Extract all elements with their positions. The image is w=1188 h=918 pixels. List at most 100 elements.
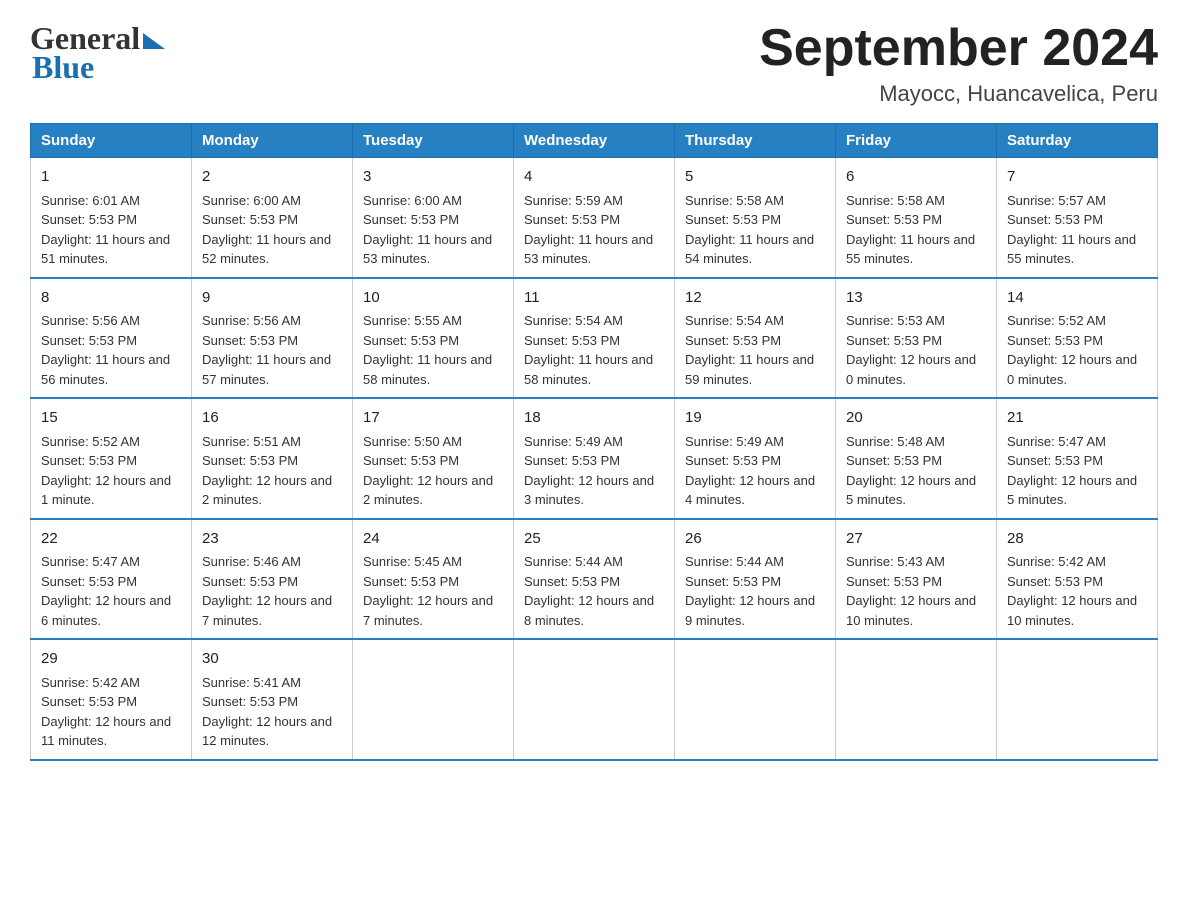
day-info: Sunrise: 5:46 AMSunset: 5:53 PMDaylight:…: [202, 552, 342, 630]
day-number: 3: [363, 166, 503, 189]
calendar-week-row: 1Sunrise: 6:01 AMSunset: 5:53 PMDaylight…: [31, 158, 1158, 278]
day-info: Sunrise: 5:42 AMSunset: 5:53 PMDaylight:…: [1007, 552, 1147, 630]
day-info: Sunrise: 5:42 AMSunset: 5:53 PMDaylight:…: [41, 673, 181, 751]
table-row: 9Sunrise: 5:56 AMSunset: 5:53 PMDaylight…: [192, 278, 353, 399]
day-info: Sunrise: 5:47 AMSunset: 5:53 PMDaylight:…: [41, 552, 181, 630]
calendar-table: Sunday Monday Tuesday Wednesday Thursday…: [30, 123, 1158, 761]
day-number: 2: [202, 166, 342, 189]
day-number: 30: [202, 648, 342, 671]
day-number: 20: [846, 407, 986, 430]
day-info: Sunrise: 5:44 AMSunset: 5:53 PMDaylight:…: [524, 552, 664, 630]
calendar-header: Sunday Monday Tuesday Wednesday Thursday…: [31, 124, 1158, 158]
day-number: 10: [363, 287, 503, 310]
day-info: Sunrise: 5:56 AMSunset: 5:53 PMDaylight:…: [202, 311, 342, 389]
day-number: 6: [846, 166, 986, 189]
day-number: 1: [41, 166, 181, 189]
day-number: 11: [524, 287, 664, 310]
day-info: Sunrise: 6:00 AMSunset: 5:53 PMDaylight:…: [363, 191, 503, 269]
table-row: 13Sunrise: 5:53 AMSunset: 5:53 PMDayligh…: [836, 278, 997, 399]
table-row: 7Sunrise: 5:57 AMSunset: 5:53 PMDaylight…: [997, 158, 1158, 278]
col-thursday: Thursday: [675, 124, 836, 158]
day-info: Sunrise: 5:44 AMSunset: 5:53 PMDaylight:…: [685, 552, 825, 630]
day-info: Sunrise: 5:43 AMSunset: 5:53 PMDaylight:…: [846, 552, 986, 630]
day-number: 16: [202, 407, 342, 430]
day-number: 23: [202, 528, 342, 551]
day-number: 8: [41, 287, 181, 310]
table-row: 28Sunrise: 5:42 AMSunset: 5:53 PMDayligh…: [997, 519, 1158, 640]
calendar-week-row: 29Sunrise: 5:42 AMSunset: 5:53 PMDayligh…: [31, 639, 1158, 760]
table-row: 14Sunrise: 5:52 AMSunset: 5:53 PMDayligh…: [997, 278, 1158, 399]
day-info: Sunrise: 5:56 AMSunset: 5:53 PMDaylight:…: [41, 311, 181, 389]
calendar-week-row: 22Sunrise: 5:47 AMSunset: 5:53 PMDayligh…: [31, 519, 1158, 640]
table-row: 30Sunrise: 5:41 AMSunset: 5:53 PMDayligh…: [192, 639, 353, 760]
table-row: 27Sunrise: 5:43 AMSunset: 5:53 PMDayligh…: [836, 519, 997, 640]
day-number: 12: [685, 287, 825, 310]
day-number: 24: [363, 528, 503, 551]
day-info: Sunrise: 5:59 AMSunset: 5:53 PMDaylight:…: [524, 191, 664, 269]
day-info: Sunrise: 5:52 AMSunset: 5:53 PMDaylight:…: [1007, 311, 1147, 389]
day-number: 5: [685, 166, 825, 189]
day-number: 9: [202, 287, 342, 310]
page-header: General Blue September 2024 Mayocc, Huan…: [30, 20, 1158, 107]
table-row: 10Sunrise: 5:55 AMSunset: 5:53 PMDayligh…: [353, 278, 514, 399]
table-row: 3Sunrise: 6:00 AMSunset: 5:53 PMDaylight…: [353, 158, 514, 278]
table-row: [514, 639, 675, 760]
day-info: Sunrise: 5:55 AMSunset: 5:53 PMDaylight:…: [363, 311, 503, 389]
day-number: 18: [524, 407, 664, 430]
day-number: 28: [1007, 528, 1147, 551]
day-number: 14: [1007, 287, 1147, 310]
day-number: 25: [524, 528, 664, 551]
logo-triangle-icon: [143, 33, 165, 49]
table-row: [353, 639, 514, 760]
day-number: 17: [363, 407, 503, 430]
table-row: 21Sunrise: 5:47 AMSunset: 5:53 PMDayligh…: [997, 398, 1158, 519]
table-row: 11Sunrise: 5:54 AMSunset: 5:53 PMDayligh…: [514, 278, 675, 399]
day-number: 21: [1007, 407, 1147, 430]
day-number: 13: [846, 287, 986, 310]
table-row: [997, 639, 1158, 760]
calendar-subtitle: Mayocc, Huancavelica, Peru: [759, 81, 1158, 107]
day-number: 22: [41, 528, 181, 551]
col-saturday: Saturday: [997, 124, 1158, 158]
title-area: September 2024 Mayocc, Huancavelica, Per…: [759, 20, 1158, 107]
table-row: [675, 639, 836, 760]
day-info: Sunrise: 5:41 AMSunset: 5:53 PMDaylight:…: [202, 673, 342, 751]
day-info: Sunrise: 6:00 AMSunset: 5:53 PMDaylight:…: [202, 191, 342, 269]
col-monday: Monday: [192, 124, 353, 158]
day-info: Sunrise: 5:57 AMSunset: 5:53 PMDaylight:…: [1007, 191, 1147, 269]
day-info: Sunrise: 5:54 AMSunset: 5:53 PMDaylight:…: [685, 311, 825, 389]
logo: General Blue: [30, 20, 165, 86]
table-row: 19Sunrise: 5:49 AMSunset: 5:53 PMDayligh…: [675, 398, 836, 519]
table-row: 26Sunrise: 5:44 AMSunset: 5:53 PMDayligh…: [675, 519, 836, 640]
day-info: Sunrise: 5:52 AMSunset: 5:53 PMDaylight:…: [41, 432, 181, 510]
table-row: 4Sunrise: 5:59 AMSunset: 5:53 PMDaylight…: [514, 158, 675, 278]
day-info: Sunrise: 5:49 AMSunset: 5:53 PMDaylight:…: [685, 432, 825, 510]
table-row: 24Sunrise: 5:45 AMSunset: 5:53 PMDayligh…: [353, 519, 514, 640]
day-info: Sunrise: 5:49 AMSunset: 5:53 PMDaylight:…: [524, 432, 664, 510]
table-row: 17Sunrise: 5:50 AMSunset: 5:53 PMDayligh…: [353, 398, 514, 519]
day-number: 4: [524, 166, 664, 189]
table-row: 22Sunrise: 5:47 AMSunset: 5:53 PMDayligh…: [31, 519, 192, 640]
calendar-week-row: 8Sunrise: 5:56 AMSunset: 5:53 PMDaylight…: [31, 278, 1158, 399]
table-row: 20Sunrise: 5:48 AMSunset: 5:53 PMDayligh…: [836, 398, 997, 519]
day-info: Sunrise: 5:51 AMSunset: 5:53 PMDaylight:…: [202, 432, 342, 510]
day-number: 19: [685, 407, 825, 430]
day-info: Sunrise: 5:58 AMSunset: 5:53 PMDaylight:…: [685, 191, 825, 269]
col-tuesday: Tuesday: [353, 124, 514, 158]
calendar-week-row: 15Sunrise: 5:52 AMSunset: 5:53 PMDayligh…: [31, 398, 1158, 519]
table-row: 25Sunrise: 5:44 AMSunset: 5:53 PMDayligh…: [514, 519, 675, 640]
table-row: 18Sunrise: 5:49 AMSunset: 5:53 PMDayligh…: [514, 398, 675, 519]
logo-blue-text: Blue: [30, 49, 94, 86]
day-number: 26: [685, 528, 825, 551]
day-info: Sunrise: 5:58 AMSunset: 5:53 PMDaylight:…: [846, 191, 986, 269]
day-number: 27: [846, 528, 986, 551]
day-info: Sunrise: 5:45 AMSunset: 5:53 PMDaylight:…: [363, 552, 503, 630]
table-row: 23Sunrise: 5:46 AMSunset: 5:53 PMDayligh…: [192, 519, 353, 640]
table-row: 12Sunrise: 5:54 AMSunset: 5:53 PMDayligh…: [675, 278, 836, 399]
table-row: 6Sunrise: 5:58 AMSunset: 5:53 PMDaylight…: [836, 158, 997, 278]
day-number: 15: [41, 407, 181, 430]
table-row: 29Sunrise: 5:42 AMSunset: 5:53 PMDayligh…: [31, 639, 192, 760]
table-row: 15Sunrise: 5:52 AMSunset: 5:53 PMDayligh…: [31, 398, 192, 519]
day-info: Sunrise: 5:53 AMSunset: 5:53 PMDaylight:…: [846, 311, 986, 389]
calendar-title: September 2024: [759, 20, 1158, 77]
